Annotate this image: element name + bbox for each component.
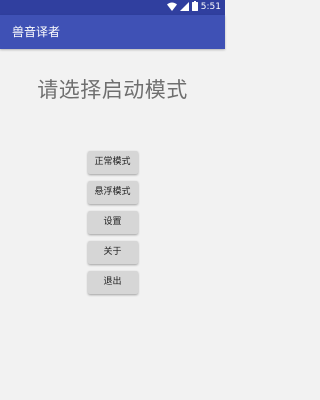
battery-icon <box>191 1 198 14</box>
normal-mode-button[interactable]: 正常模式 <box>87 151 138 174</box>
app-title: 兽音译者 <box>12 25 61 39</box>
app-bar: 兽音译者 <box>0 15 225 49</box>
page-heading: 请选择启动模式 <box>37 78 188 102</box>
exit-button[interactable]: 退出 <box>87 271 138 294</box>
main-content: 请选择启动模式 正常模式 悬浮模式 设置 关于 退出 <box>0 49 225 400</box>
mode-menu: 正常模式 悬浮模式 设置 关于 退出 <box>0 151 225 301</box>
settings-button[interactable]: 设置 <box>87 211 138 234</box>
signal-icon <box>179 1 189 14</box>
status-bar: 5:51 <box>0 0 225 15</box>
status-icons: 5:51 <box>166 1 221 14</box>
wifi-icon <box>166 2 177 14</box>
floating-mode-button[interactable]: 悬浮模式 <box>87 181 138 204</box>
status-time: 5:51 <box>200 2 221 12</box>
about-button[interactable]: 关于 <box>87 241 138 264</box>
